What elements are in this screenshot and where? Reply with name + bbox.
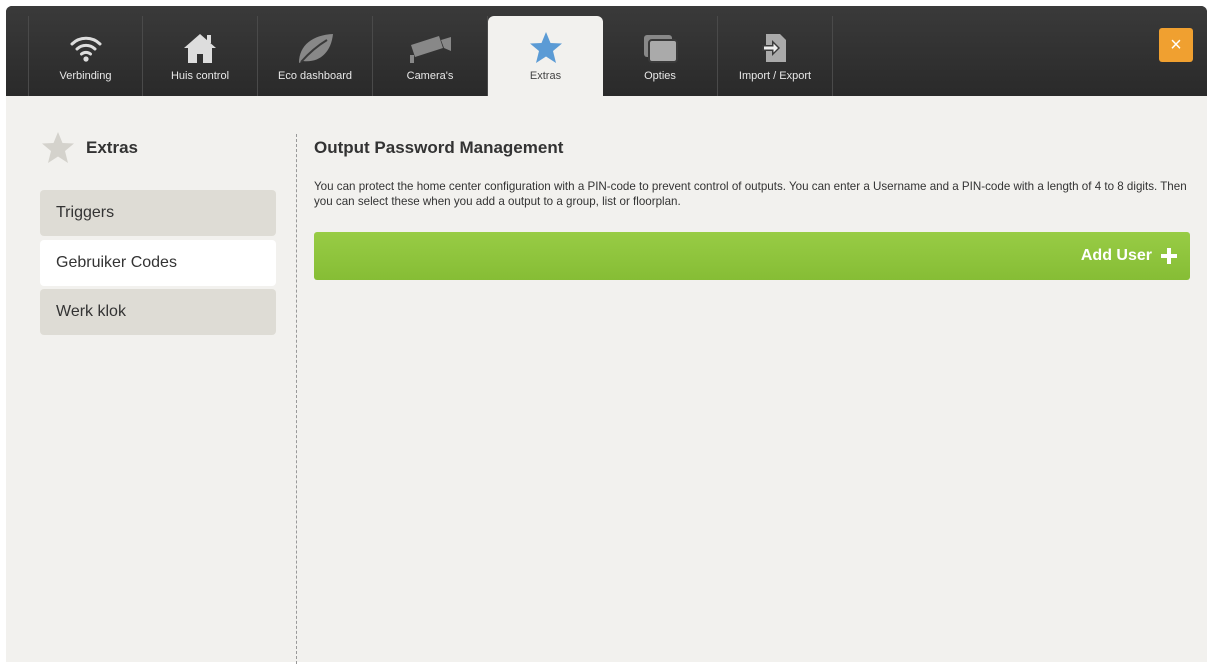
wifi-icon (69, 30, 103, 66)
tab-eco-dashboard[interactable]: Eco dashboard (258, 16, 373, 96)
sidebar-item-label: Gebruiker Codes (56, 254, 177, 271)
star-icon (528, 30, 564, 66)
sidebar-header: Extras (40, 128, 276, 168)
add-user-button[interactable]: Add User (314, 232, 1190, 280)
sidebar-item-werk-klok[interactable]: Werk klok (40, 289, 276, 335)
sidebar-item-label: Triggers (56, 204, 115, 221)
tab-label: Camera's (406, 70, 454, 82)
tab-label: Verbinding (59, 70, 112, 82)
tab-opties[interactable]: Opties (603, 16, 718, 96)
page-title: Output Password Management (314, 138, 564, 157)
sidebar-item-label: Werk klok (56, 303, 126, 320)
tab-cameras[interactable]: Camera's (373, 16, 488, 96)
top-navigation-bar: Verbinding Huis control Eco dashboard Ca… (6, 6, 1207, 96)
sidebar-item-gebruiker-codes[interactable]: Gebruiker Codes (40, 240, 276, 286)
add-user-label: Add User (1080, 247, 1152, 264)
tab-verbinding[interactable]: Verbinding (28, 16, 143, 96)
app-window: Verbinding Huis control Eco dashboard Ca… (6, 6, 1207, 664)
column-divider (296, 134, 297, 664)
tab-label: Huis control (170, 70, 230, 82)
close-icon: × (1170, 33, 1182, 56)
tab-label: Extras (529, 70, 562, 82)
tab-label: Eco dashboard (278, 70, 352, 82)
star-icon (42, 132, 74, 163)
tab-label: Opties (644, 70, 676, 82)
tab-huis-control[interactable]: Huis control (143, 16, 258, 96)
house-icon (182, 30, 218, 66)
plus-icon (1161, 248, 1177, 264)
sidebar-item-triggers[interactable]: Triggers (40, 190, 276, 236)
leaf-icon (295, 30, 335, 66)
camera-icon (407, 30, 453, 66)
tab-label: Import / Export (738, 70, 812, 82)
windows-icon (640, 30, 680, 66)
tab-extras[interactable]: Extras (488, 16, 603, 96)
close-button[interactable]: × (1159, 28, 1193, 62)
tab-strip: Verbinding Huis control Eco dashboard Ca… (28, 16, 833, 96)
sidebar-title: Extras (86, 138, 138, 157)
content-area: Extras Triggers Gebruiker Codes Werk klo… (6, 96, 1207, 664)
tab-import-export[interactable]: Import / Export (718, 16, 833, 96)
import-export-icon (758, 30, 792, 66)
page-description: You can protect the home center configur… (314, 180, 1187, 208)
